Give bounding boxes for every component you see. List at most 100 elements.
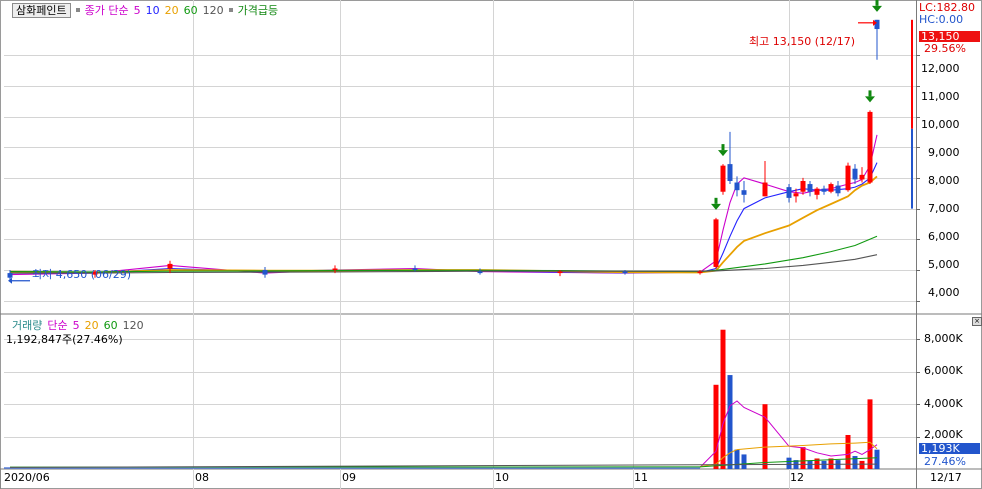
volume-ma60-label: 60 — [103, 318, 118, 332]
signal-arrow-stem — [875, 0, 879, 6]
candle-body — [852, 168, 858, 180]
candle-body — [786, 187, 792, 198]
volume-bar — [734, 449, 740, 469]
change-pct-label: 29.56% — [924, 42, 966, 55]
price-y-tick: 4,000 — [928, 286, 960, 299]
candle-body — [741, 190, 747, 195]
volume-y-tick: 6,000K — [924, 364, 963, 377]
candle-body — [720, 165, 726, 192]
range-bar-down — [911, 128, 913, 209]
candle-body — [727, 164, 733, 181]
volume-ma20-label: 20 — [84, 318, 99, 332]
volume-bar — [786, 457, 792, 469]
lc-label: LC:182.80 — [919, 1, 976, 14]
candle-body — [807, 184, 813, 192]
signal-arrow-icon — [718, 150, 728, 157]
price-ma120-label: 120 — [202, 3, 224, 17]
candle-body — [835, 185, 841, 194]
price-ma10-label: 10 — [145, 3, 160, 17]
candle-body — [814, 188, 820, 195]
volume-y-tick: 2,000K — [924, 428, 963, 441]
volume-bar — [852, 456, 858, 469]
signal-arrow-stem — [721, 144, 725, 151]
price-ma-line-20 — [9, 175, 878, 274]
volume-bar — [727, 375, 733, 469]
candle-body — [821, 188, 827, 192]
price-ma-line-60 — [9, 235, 878, 273]
volume-bar — [800, 447, 806, 469]
price-y-tick: 8,000 — [928, 174, 960, 187]
volume-bar — [741, 454, 747, 469]
price-ma60-label: 60 — [183, 3, 198, 17]
volume-bar — [821, 460, 827, 469]
candle-body — [557, 271, 563, 274]
high-annotation: 최고 13,150 (12/17) — [749, 35, 856, 48]
price-ma-line-5 — [9, 134, 878, 276]
stock-title[interactable]: 삼화페인트 — [12, 2, 71, 18]
volume-ma120-label: 120 — [122, 318, 144, 332]
x-tick-label: 12 — [790, 471, 804, 484]
volume-ma5-label: 5 — [72, 318, 80, 332]
candle-body — [867, 111, 873, 183]
hc-label: HC:0.00 — [919, 13, 964, 26]
x-tick-label: 2020/06 — [4, 471, 50, 484]
candle-body — [713, 219, 719, 267]
signal-legend-label: 가격급등 — [237, 4, 279, 17]
volume-y-tick: 4,000K — [924, 397, 963, 410]
x-tick-label: 10 — [495, 471, 509, 484]
price-legend-label: 종가 단순 — [84, 4, 129, 17]
price-y-tick: 10,000 — [921, 118, 960, 131]
signal-arrow-stem — [714, 197, 718, 204]
price-y-tick: 6,000 — [928, 230, 960, 243]
candle-body — [845, 165, 851, 191]
price-y-tick: 12,000 — [921, 62, 960, 75]
volume-bar — [720, 329, 726, 469]
current-price-box: 13,150 — [919, 31, 980, 42]
x-tick-label: 08 — [195, 471, 209, 484]
signal-arrow-icon — [865, 96, 875, 103]
signal-arrow-icon — [872, 5, 882, 12]
price-y-tick: 7,000 — [928, 202, 960, 215]
range-bar-up — [911, 19, 913, 129]
legend-square-icon — [75, 8, 80, 12]
price-y-tick: 11,000 — [921, 90, 960, 103]
candle-body — [762, 182, 768, 197]
signal-arrow-stem — [868, 90, 872, 97]
volume-bar — [713, 384, 719, 469]
low-annotation: 최저 4,650 (06/29) — [32, 268, 132, 281]
x-tick-label: 12/17 — [930, 471, 962, 484]
chart-frame — [0, 0, 982, 489]
candle-body — [800, 180, 806, 192]
price-y-tick: 5,000 — [928, 258, 960, 271]
candle-body — [622, 271, 628, 274]
x-tick-label: 09 — [342, 471, 356, 484]
candle-body — [262, 270, 268, 275]
candle-body — [412, 268, 418, 271]
signal-arrow-icon — [711, 203, 721, 210]
candle-body — [874, 19, 880, 30]
candle-body — [477, 271, 483, 274]
candle-body — [697, 271, 703, 274]
volume-y-tick: 8,000K — [924, 332, 963, 345]
volume-bar — [762, 404, 768, 469]
price-y-tick: 9,000 — [928, 146, 960, 159]
candle-body — [332, 268, 338, 271]
volume-bar — [874, 449, 880, 469]
candle-body — [734, 182, 740, 191]
price-ma5-label: 5 — [133, 3, 141, 17]
candle-body — [167, 263, 173, 269]
candle-body — [793, 193, 799, 197]
volume-bar — [859, 460, 865, 469]
volume-pct-label: 27.46% — [924, 455, 966, 468]
chart-svg — [0, 0, 982, 489]
candle-body — [7, 273, 13, 278]
legend-square-icon — [228, 8, 233, 12]
pane-collapse-button[interactable]: × — [972, 317, 982, 326]
chart-root: 삼화페인트 종가 단순 5 10 20 60 120 가격급등 거래량 단순 5… — [0, 0, 982, 489]
x-tick-label: 11 — [634, 471, 648, 484]
current-volume-box: 1,193K — [919, 443, 980, 454]
price-pane-header: 삼화페인트 종가 단순 5 10 20 60 120 가격급등 — [12, 2, 278, 18]
candle-body — [828, 184, 834, 192]
volume-value-text: 1,192,847주(27.46%) — [6, 333, 123, 346]
volume-bar — [807, 460, 813, 469]
